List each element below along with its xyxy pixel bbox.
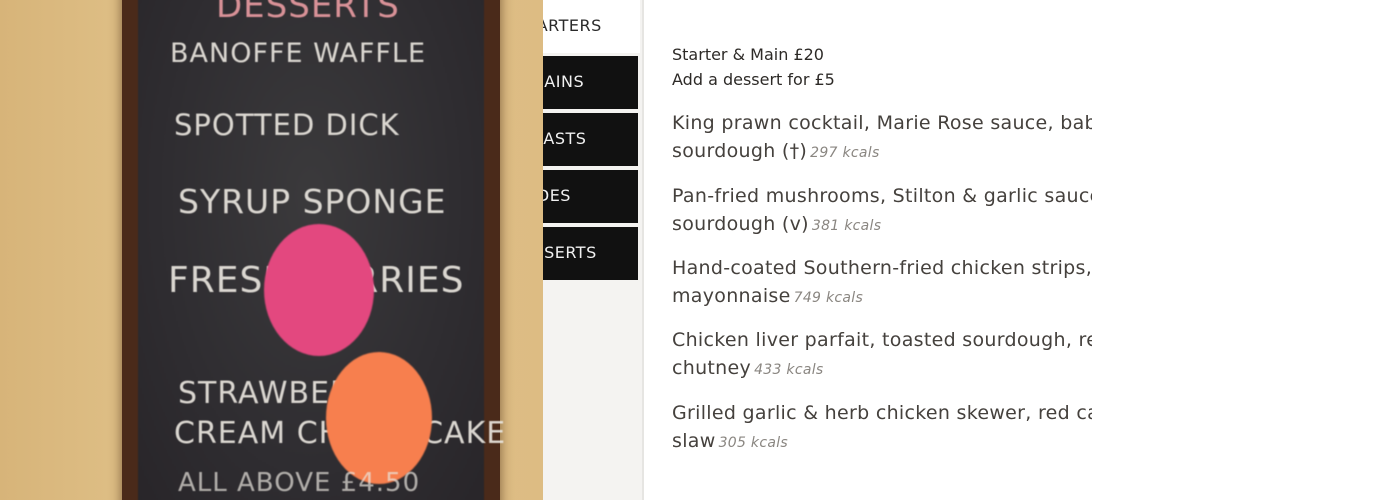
dish-description: Grilled garlic & herb chicken skewer, re…	[672, 402, 1092, 424]
board-heading: Desserts	[216, 0, 400, 26]
tab-roasts[interactable]: ROASTS	[543, 113, 638, 166]
tab-label: DESSERTS	[543, 243, 597, 262]
dish-kcal: 297 kcals	[810, 145, 880, 161]
dish-description: mayonnaise	[672, 285, 791, 307]
tab-label: SIDES	[543, 186, 571, 205]
tab-label: ROASTS	[543, 129, 587, 148]
tab-desserts[interactable]: DESSERTS	[543, 227, 638, 280]
dish-description: sourdough (†)	[672, 140, 808, 162]
menu-item: Hand-coated Southern-fried chicken strip…	[672, 254, 1092, 312]
tab-sides[interactable]: SIDES	[543, 170, 638, 223]
tab-starters[interactable]: STARTERS	[543, 0, 640, 53]
pink-sticker	[268, 228, 370, 352]
board-line: Syrup Sponge	[178, 182, 447, 221]
dish-kcal: 305 kcals	[718, 435, 789, 451]
tab-label: MAINS	[543, 72, 585, 91]
dish-kcal: 381 kcals	[811, 218, 882, 234]
dish-description: sourdough (v)	[672, 213, 809, 235]
deal-dessert-addon: Add a dessert for £5	[672, 70, 835, 89]
dish-description: Hand-coated Southern-fried chicken strip…	[672, 257, 1092, 279]
board-line: All Above £4.50	[178, 468, 421, 498]
dish-kcal: 433 kcals	[754, 362, 824, 378]
menu-item: Pan-fried mushrooms, Stilton & garlic sa…	[672, 182, 1092, 240]
dish-description: slaw	[672, 430, 716, 452]
deal-price: Starter & Main £20	[672, 45, 824, 64]
dessert-board-photo: Desserts Banoffe Waffle Spotted Dick Syr…	[0, 0, 543, 500]
dish-description: Pan-fried mushrooms, Stilton & garlic sa…	[672, 185, 1092, 207]
dish-description: Chicken liver parfait, toasted sourdough…	[672, 329, 1092, 351]
board-line: Spotted Dick	[174, 108, 400, 142]
menu-item: Grilled garlic & herb chicken skewer, re…	[672, 399, 1092, 457]
tab-label: STARTERS	[543, 16, 602, 35]
menu-item: King prawn cocktail, Marie Rose sauce, b…	[672, 109, 1092, 167]
starters-menu: Starter & Main £20 Add a dessert for £5 …	[672, 0, 1092, 500]
board-line: Banoffe Waffle	[170, 38, 426, 69]
tab-mains[interactable]: MAINS	[543, 56, 638, 109]
dish-description: chutney	[672, 357, 752, 379]
menu-category-nav: STARTERS MAINS ROASTS SIDES DESSERTS	[543, 0, 644, 500]
dish-kcal: 749 kcals	[793, 290, 864, 306]
dish-description: King prawn cocktail, Marie Rose sauce, b…	[672, 112, 1092, 134]
menu-item: Chicken liver parfait, toasted sourdough…	[672, 326, 1092, 384]
orange-sticker	[330, 356, 428, 480]
